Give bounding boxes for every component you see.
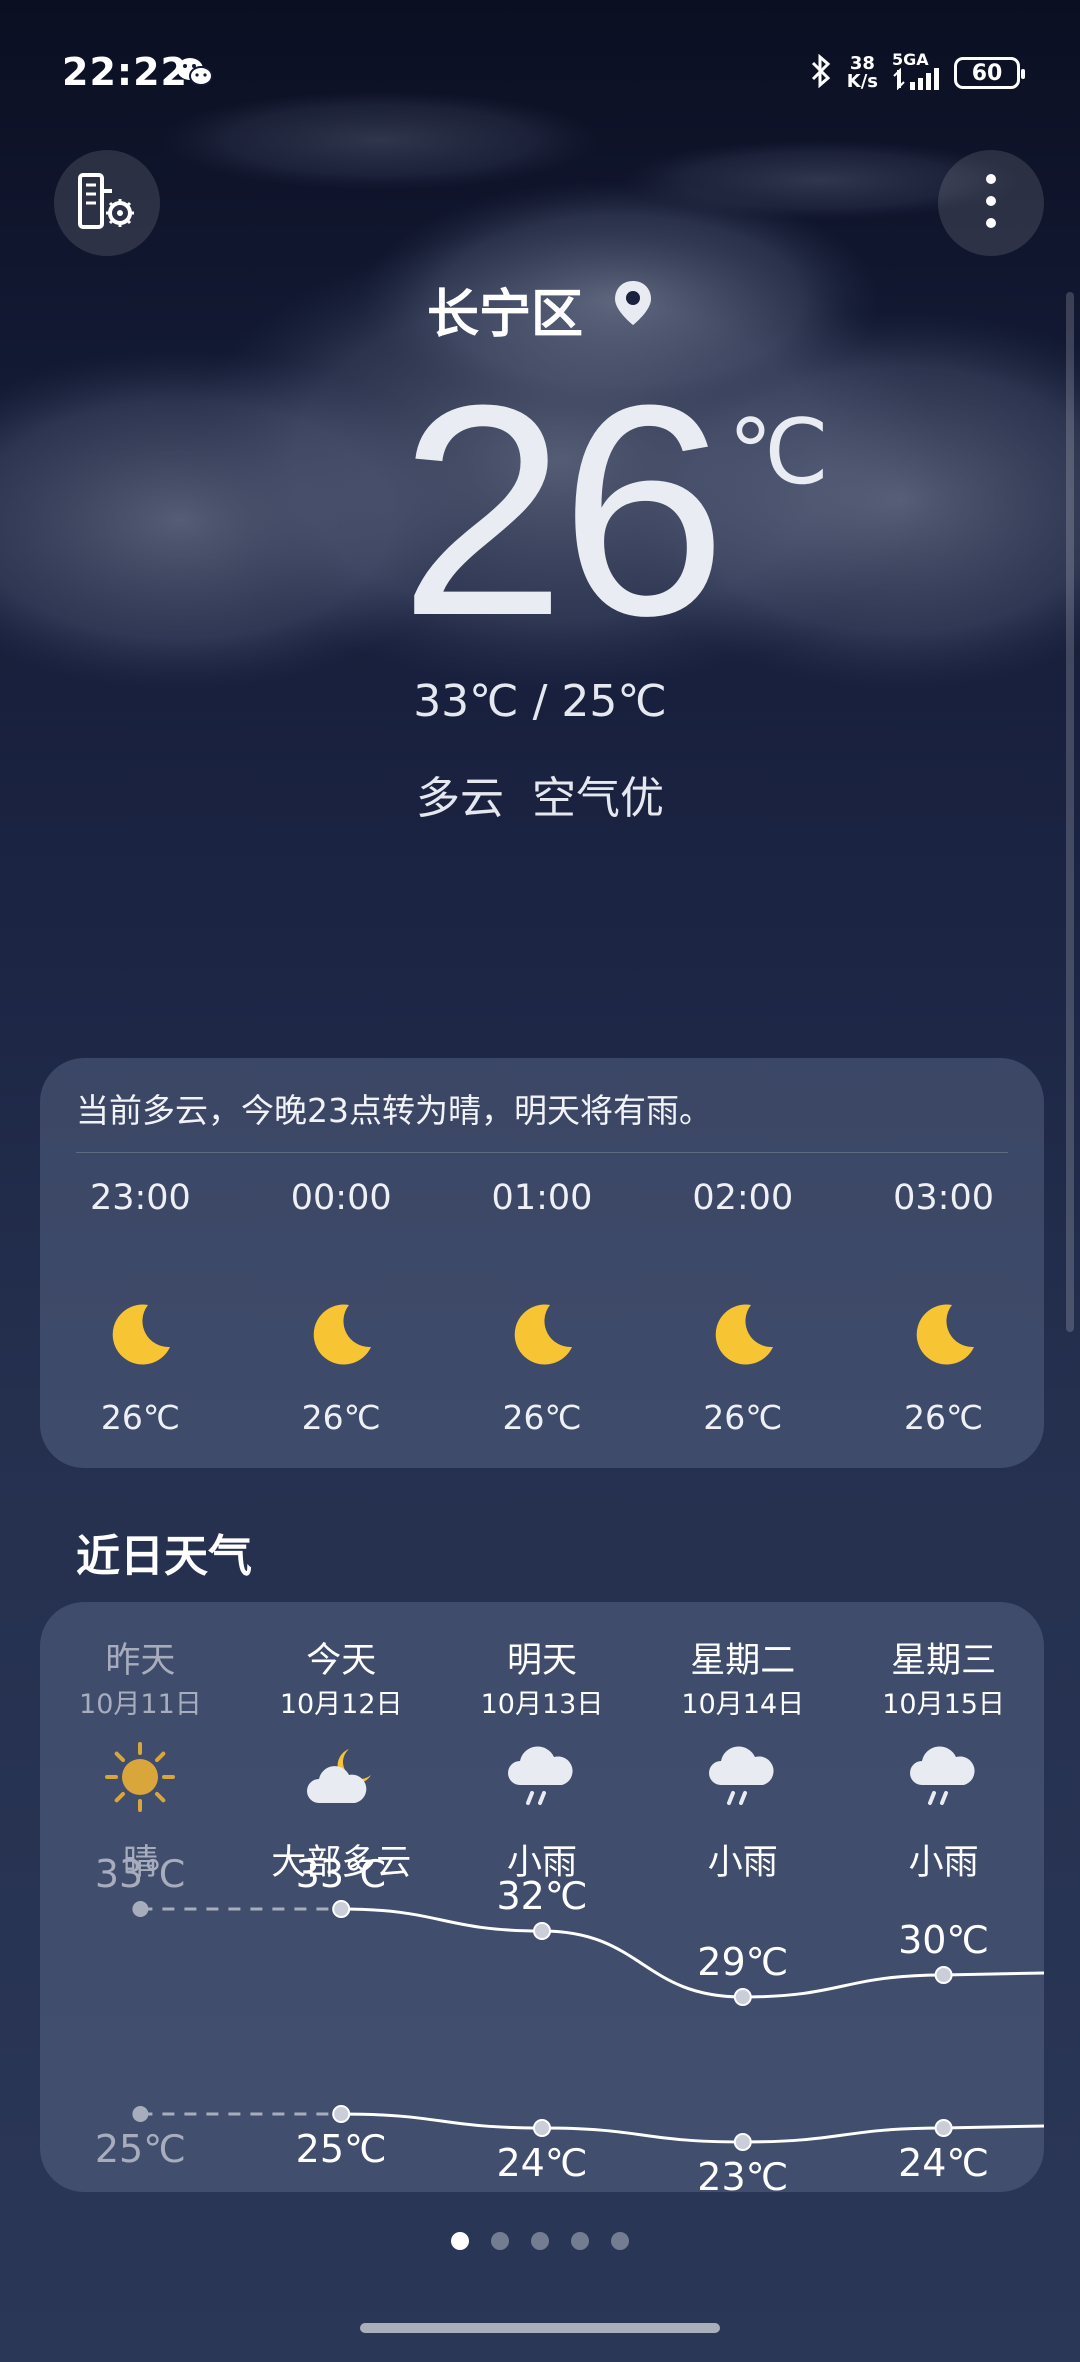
location-pin-icon: [613, 279, 653, 340]
hour-temperature: 26℃: [703, 1398, 783, 1437]
hour-time: 01:00: [491, 1178, 593, 1218]
current-temperature: 26 ℃: [0, 360, 1080, 660]
more-options-button[interactable]: [938, 150, 1044, 256]
hour-time: 02:00: [692, 1178, 794, 1218]
trend-point: [132, 1901, 149, 1917]
status-time: 22:22: [62, 50, 188, 94]
hour-temperature: 26℃: [100, 1398, 180, 1437]
hourly-item: 02:00 26℃: [642, 1178, 843, 1437]
trend-point: [934, 2119, 953, 2137]
trend-label: 23℃: [697, 2155, 788, 2192]
trend-point: [533, 2119, 551, 2137]
signal-icon: [892, 67, 940, 94]
hourly-forecast-card: 当前多云，今晚23点转为晴，明天将有雨。 23:00 26℃ 00:00 26℃ 01:…: [40, 1058, 1044, 1468]
moon-icon: [305, 1278, 377, 1388]
more-vertical-icon: [985, 173, 997, 233]
trend-point: [533, 1922, 551, 1940]
trend-label: 33℃: [95, 1852, 186, 1896]
trend-point: [332, 2105, 351, 2123]
hourly-item: 23:00 26℃: [40, 1178, 241, 1437]
high-low-temperature: 33℃ / 25℃: [413, 676, 667, 727]
bluetooth-icon: [809, 53, 833, 92]
trend-point: [733, 2133, 752, 2151]
weather-condition: 多云 空气优: [416, 773, 664, 824]
forecast-summary: 当前多云，今晚23点转为晴，明天将有雨。: [76, 1091, 712, 1130]
moon-icon: [707, 1278, 779, 1388]
page-dot: [611, 2232, 629, 2250]
location-name: 长宁区: [426, 285, 583, 345]
network-speed-unit: K/s: [846, 71, 878, 92]
trend-point: [733, 1988, 752, 2006]
trend-label: 24℃: [898, 2141, 989, 2185]
battery-icon: 60: [954, 57, 1025, 89]
hourly-list[interactable]: 23:00 26℃ 00:00 26℃ 01:00 26℃ 02:00 26℃ 03:00 26℃: [40, 1178, 1044, 1437]
page-dot: [491, 2232, 509, 2250]
trend-label: 25℃: [95, 2127, 186, 2171]
wechat-icon: [176, 56, 214, 92]
trend-label: 24℃: [496, 2141, 587, 2185]
moon-icon: [908, 1278, 980, 1388]
network-speed: 38 K/s: [847, 55, 878, 91]
trend-label: 30℃: [898, 1918, 989, 1962]
current-temperature-value: 26: [399, 342, 727, 678]
hour-time: 03:00: [893, 1178, 995, 1218]
hour-temperature: 26℃: [904, 1398, 984, 1437]
page-dot: [571, 2232, 589, 2250]
page-dot: [531, 2232, 549, 2250]
temperature-unit: ℃: [728, 400, 830, 505]
trend-label: 29℃: [697, 1940, 788, 1984]
city-manage-button[interactable]: [54, 150, 160, 256]
trend-label: 32℃: [496, 1874, 587, 1918]
temperature-trend-chart: 33℃ 33℃ 32℃ 29℃ 30℃ 25℃ 25℃ 24℃ 23℃ 24℃: [95, 1852, 1044, 2192]
hourly-item: 03:00 26℃: [843, 1178, 1044, 1437]
status-bar: 22:22 38 K/s 5GA 60: [0, 0, 1080, 140]
battery-level: 60: [971, 60, 1003, 86]
hour-temperature: 26℃: [301, 1398, 381, 1437]
trend-point: [934, 1966, 953, 1984]
hourly-item: 00:00 26℃: [241, 1178, 442, 1437]
hour-time: 00:00: [290, 1178, 392, 1218]
network-type: 5GA: [892, 50, 929, 69]
hourly-item: 01:00 26℃: [442, 1178, 643, 1437]
city-settings-icon: [74, 171, 140, 235]
hour-temperature: 26℃: [502, 1398, 582, 1437]
trend-label: 25℃: [296, 2127, 387, 2171]
trend-point: [332, 1900, 351, 1918]
moon-icon: [104, 1278, 176, 1388]
home-indicator[interactable]: [360, 2323, 720, 2333]
location-header[interactable]: 长宁区: [0, 272, 1080, 347]
scrollbar[interactable]: [1066, 292, 1074, 1332]
hour-time: 23:00: [89, 1178, 191, 1218]
divider: [76, 1152, 1008, 1153]
page-dot: [451, 2232, 469, 2250]
page-indicator: [0, 2232, 1080, 2250]
moon-icon: [506, 1278, 578, 1388]
daily-section-title: 近日天气: [76, 1531, 252, 1582]
trend-point: [132, 2106, 149, 2122]
trend-label: 33℃: [296, 1852, 387, 1896]
daily-forecast-card[interactable]: 昨天 10月11日晴今天 10月12日 大部多云 明天 10月13日 小雨 星期二 10月14日…: [40, 1602, 1044, 2192]
